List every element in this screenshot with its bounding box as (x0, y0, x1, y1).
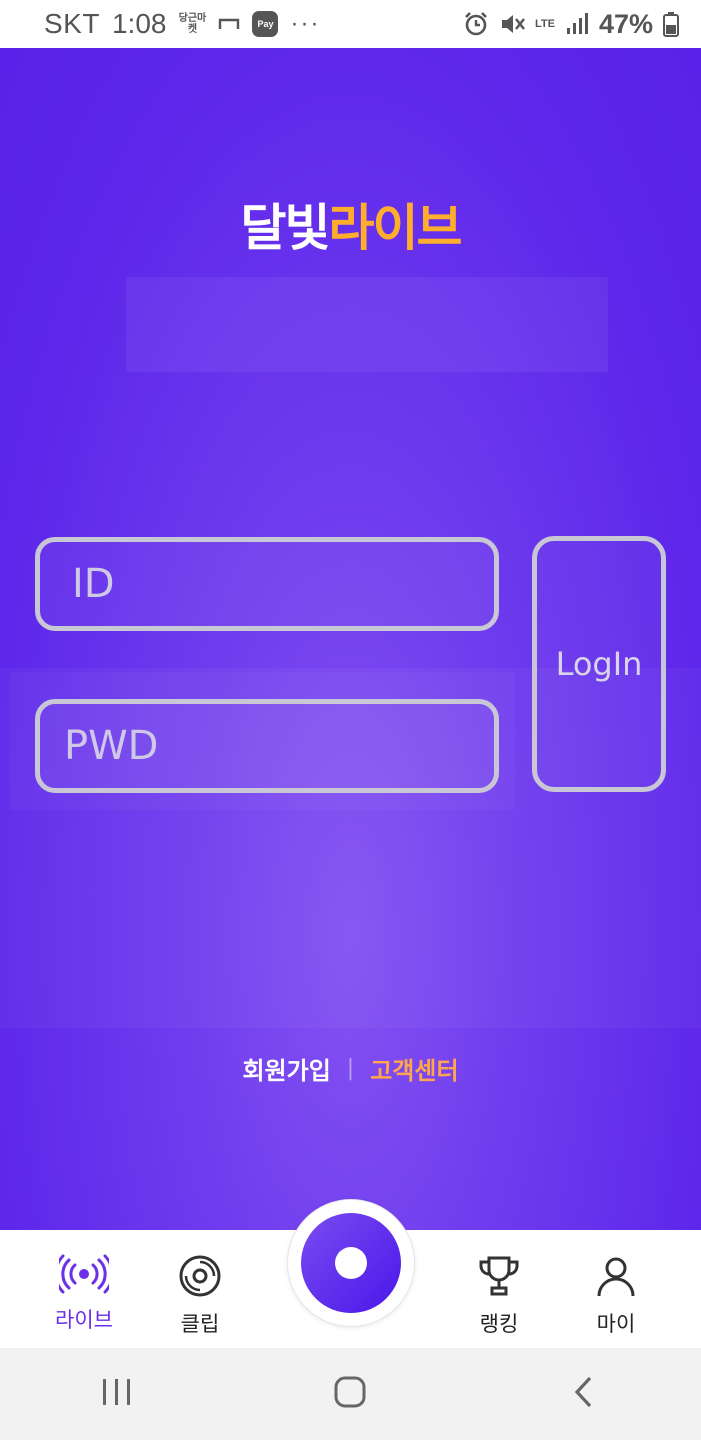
status-right: LTE 47% (463, 9, 679, 40)
account-links: 회원가입 | 고객센터 (0, 1051, 701, 1086)
battery-percent: 47% (598, 8, 653, 39)
password-input[interactable] (64, 723, 494, 769)
trophy-icon (477, 1254, 521, 1302)
clock: 1:08 (111, 8, 167, 39)
record-dot (335, 1247, 367, 1279)
back-button[interactable] (554, 1364, 614, 1424)
notification-bar-icon (218, 17, 240, 31)
lte-icon: LTE (534, 17, 555, 30)
more-notifications-icon: ··· (290, 10, 321, 37)
nav-item-ranking[interactable]: 랭킹 (439, 1230, 559, 1348)
nav-item-clip[interactable]: 클립 (140, 1230, 260, 1348)
id-input[interactable] (72, 561, 494, 607)
pay-icon: Pay (252, 11, 279, 37)
logo-text-orange: 라이브 (328, 199, 463, 257)
go-live-button[interactable] (288, 1200, 414, 1326)
nav-label-my: 마이 (596, 1312, 636, 1336)
login-button[interactable]: LogIn (532, 536, 666, 792)
status-left: SKT 1:08 당근마켓 Pay ··· (44, 8, 320, 40)
nav-label-live: 라이브 (55, 1308, 113, 1332)
battery-icon (663, 11, 679, 37)
disc-icon (178, 1254, 222, 1302)
mute-icon (499, 11, 525, 37)
home-icon (333, 1375, 367, 1413)
nav-label-ranking: 랭킹 (479, 1312, 519, 1336)
nav-item-my[interactable]: 마이 (556, 1230, 676, 1348)
person-icon (594, 1254, 638, 1302)
app-logo: 달빛라이브 (0, 188, 701, 260)
karrot-notification-icon: 당근마켓 (178, 13, 207, 35)
back-icon (572, 1375, 596, 1413)
login-screen: 달빛라이브 LogIn 회원가입 | 고객센터 (0, 48, 701, 1230)
recent-apps-icon (100, 1377, 134, 1411)
password-field[interactable] (35, 699, 499, 793)
logo-text-white: 달빛 (240, 199, 331, 257)
carrier-label: SKT (44, 8, 100, 39)
banner-placeholder (126, 277, 608, 372)
lte-label: LTE (534, 17, 555, 30)
recent-apps-button[interactable] (87, 1364, 147, 1424)
alarm-icon (463, 11, 489, 37)
record-icon (301, 1213, 401, 1313)
home-button[interactable] (320, 1364, 380, 1424)
nav-item-live[interactable]: 라이브 (24, 1230, 144, 1348)
signup-link[interactable]: 회원가입 (242, 1051, 330, 1086)
system-nav-bar (0, 1348, 701, 1440)
status-bar: SKT 1:08 당근마켓 Pay ··· LTE 47% (0, 0, 701, 48)
signal-icon (565, 12, 589, 36)
broadcast-icon (54, 1254, 114, 1298)
nav-label-clip: 클립 (180, 1312, 220, 1336)
customer-center-link[interactable]: 고객센터 (370, 1051, 458, 1086)
link-separator: | (346, 1056, 355, 1081)
id-field[interactable] (35, 537, 499, 631)
